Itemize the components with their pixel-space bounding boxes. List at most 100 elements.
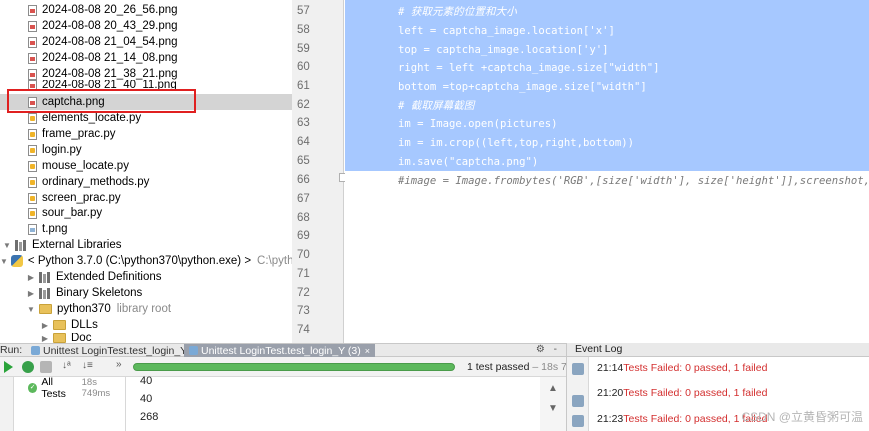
line-number: 63 <box>297 117 310 129</box>
settings-icon[interactable] <box>572 363 584 375</box>
tree-item-file[interactable]: 2024-08-08 21_04_54.png <box>0 34 292 50</box>
tree-item-file[interactable]: ordinary_methods.py <box>0 174 292 190</box>
chevron-right-icon[interactable]: ▶ <box>40 334 50 343</box>
close-icon[interactable]: × <box>365 346 370 356</box>
png-file-icon <box>28 68 37 80</box>
watermark: CSDN @立黄昏粥可温 <box>741 410 863 424</box>
tab-run-config[interactable]: Unittest LoginTest.test_login_Y (3) <box>26 344 208 357</box>
tree-item-external-libraries[interactable]: ▼ External Libraries <box>0 237 292 253</box>
png-file-icon <box>28 223 37 235</box>
more-icon[interactable]: » <box>116 359 128 371</box>
all-tests-node[interactable]: ✓ All Tests 18s 749ms <box>28 376 125 400</box>
event-log-entry[interactable]: 21:14Tests Failed: 0 passed, 1 failed <box>597 362 767 374</box>
tab-run-config-active[interactable]: Unittest LoginTest.test_login_Y (3) × <box>184 344 375 357</box>
rerun-icon[interactable] <box>22 361 34 373</box>
console-line: 40 <box>140 375 153 387</box>
line-number: 74 <box>297 324 310 336</box>
line-number: 67 <box>297 193 310 205</box>
tree-item-dlls[interactable]: ▶ DLLs <box>0 317 292 333</box>
line-number: 70 <box>297 249 310 261</box>
run-icon[interactable] <box>4 361 13 373</box>
event-log-entry[interactable]: 21:20Tests Failed: 0 passed, 1 failed <box>597 387 767 399</box>
console-scroll-buttons: ▲ ▼ <box>540 377 566 431</box>
library-icon <box>39 287 51 299</box>
python-file-icon <box>28 112 37 124</box>
run-label: Run: <box>0 344 23 356</box>
python-file-icon <box>28 144 37 156</box>
scroll-to-end-icon[interactable] <box>572 415 584 427</box>
tree-item-file[interactable]: sour_bar.py <box>0 205 292 221</box>
clear-log-icon[interactable] <box>572 395 584 407</box>
png-file-icon <box>28 4 37 16</box>
console-line: 268 <box>140 411 159 423</box>
test-tree: ✓ All Tests 18s 749ms <box>14 376 126 431</box>
code-line[interactable]: im.save("captcha.png") <box>398 155 538 169</box>
line-number-gutter: 57 58 59 60 61 62 63 64 65 66 67 68 69 7… <box>292 0 344 343</box>
stop-icon[interactable] <box>40 361 52 373</box>
chevron-down-icon[interactable]: ▼ <box>2 241 12 250</box>
line-number: 72 <box>297 287 310 299</box>
chevron-right-icon[interactable]: ▶ <box>40 321 50 330</box>
chevron-right-icon[interactable]: ▶ <box>26 289 36 298</box>
tree-item-file[interactable]: login.py <box>0 142 292 158</box>
sort-duration-icon[interactable]: ↓≡ <box>82 360 94 372</box>
sort-alpha-icon[interactable]: ↓ᵃ <box>62 360 74 372</box>
line-number: 73 <box>297 305 310 317</box>
arrow-up-icon[interactable]: ▲ <box>548 383 558 394</box>
png-file-icon <box>28 52 37 64</box>
test-progress-bar <box>133 363 455 371</box>
tree-item-python370[interactable]: ▼ python370 library root <box>0 301 292 317</box>
console-output[interactable]: 40 40 268 <box>126 375 540 431</box>
line-number: 66 <box>297 174 310 186</box>
code-line[interactable]: im = Image.open(pictures) <box>398 117 557 131</box>
python-file-icon <box>28 192 37 204</box>
code-line[interactable]: right = left +captcha_image.size["width"… <box>398 61 660 75</box>
code-line[interactable]: left = captcha_image.location['x'] <box>398 24 615 38</box>
settings-gear-icon[interactable]: ⚙ - <box>536 344 560 355</box>
tree-item-file[interactable]: frame_prac.py <box>0 126 292 142</box>
chevron-down-icon[interactable]: ▼ <box>0 257 8 266</box>
code-line[interactable]: # 获取元素的位置和大小 <box>398 5 517 19</box>
line-number: 59 <box>297 43 310 55</box>
tree-item-binary-skeletons[interactable]: ▶ Binary Skeletons <box>0 285 292 301</box>
tree-item-extended-definitions[interactable]: ▶ Extended Definitions <box>0 269 292 285</box>
code-editor[interactable]: # 获取元素的位置和大小 left = captcha_image.locati… <box>345 0 869 343</box>
event-log-title: Event Log <box>567 343 869 357</box>
chevron-down-icon[interactable]: ▼ <box>26 305 36 314</box>
run-toolbar: ↓ᵃ ↓≡ » 1 test passed – 18s 74 <box>0 357 573 377</box>
tree-item-doc[interactable]: ▶ Doc <box>0 333 292 343</box>
code-line[interactable]: # 截取屏幕截图 <box>398 99 474 113</box>
png-file-icon <box>28 20 37 32</box>
code-line[interactable]: #image = Image.frombytes('RGB',[size['wi… <box>398 174 869 188</box>
code-line[interactable]: top = captcha_image.location['y'] <box>398 43 608 57</box>
python-icon <box>10 255 23 267</box>
tree-item-file[interactable]: 2024-08-08 21_14_08.png <box>0 50 292 66</box>
tree-item-python-sdk[interactable]: ▼ < Python 3.7.0 (C:\python370\python.exe… <box>0 253 292 269</box>
line-number: 57 <box>297 5 310 17</box>
tree-item-file[interactable]: t.png <box>0 221 292 237</box>
line-number: 62 <box>297 99 310 111</box>
code-line[interactable]: bottom =top+captcha_image.size["width"] <box>398 80 647 94</box>
python-file-icon <box>28 207 37 219</box>
highlight-box <box>7 89 196 113</box>
unittest-icon <box>189 346 198 355</box>
python-file-icon <box>28 176 37 188</box>
arrow-down-icon[interactable]: ▼ <box>548 403 558 414</box>
line-number: 61 <box>297 80 310 92</box>
python-file-icon <box>28 160 37 172</box>
tree-item-file[interactable]: screen_prac.py <box>0 190 292 206</box>
code-line[interactable]: im = im.crop((left,top,right,bottom)) <box>398 136 634 150</box>
line-number: 69 <box>297 230 310 242</box>
folder-icon <box>53 333 66 343</box>
line-number: 60 <box>297 61 310 73</box>
python-file-icon <box>28 128 37 140</box>
line-number: 65 <box>297 155 310 167</box>
check-icon: ✓ <box>28 383 38 393</box>
library-icon <box>39 271 51 283</box>
tree-item-file[interactable]: mouse_locate.py <box>0 158 292 174</box>
tree-item-file[interactable]: 2024-08-08 20_43_29.png <box>0 18 292 34</box>
tree-item-file[interactable]: 2024-08-08 20_26_56.png <box>0 2 292 18</box>
line-number: 64 <box>297 136 310 148</box>
chevron-right-icon[interactable]: ▶ <box>26 273 36 282</box>
event-log-toolbar <box>567 357 589 431</box>
